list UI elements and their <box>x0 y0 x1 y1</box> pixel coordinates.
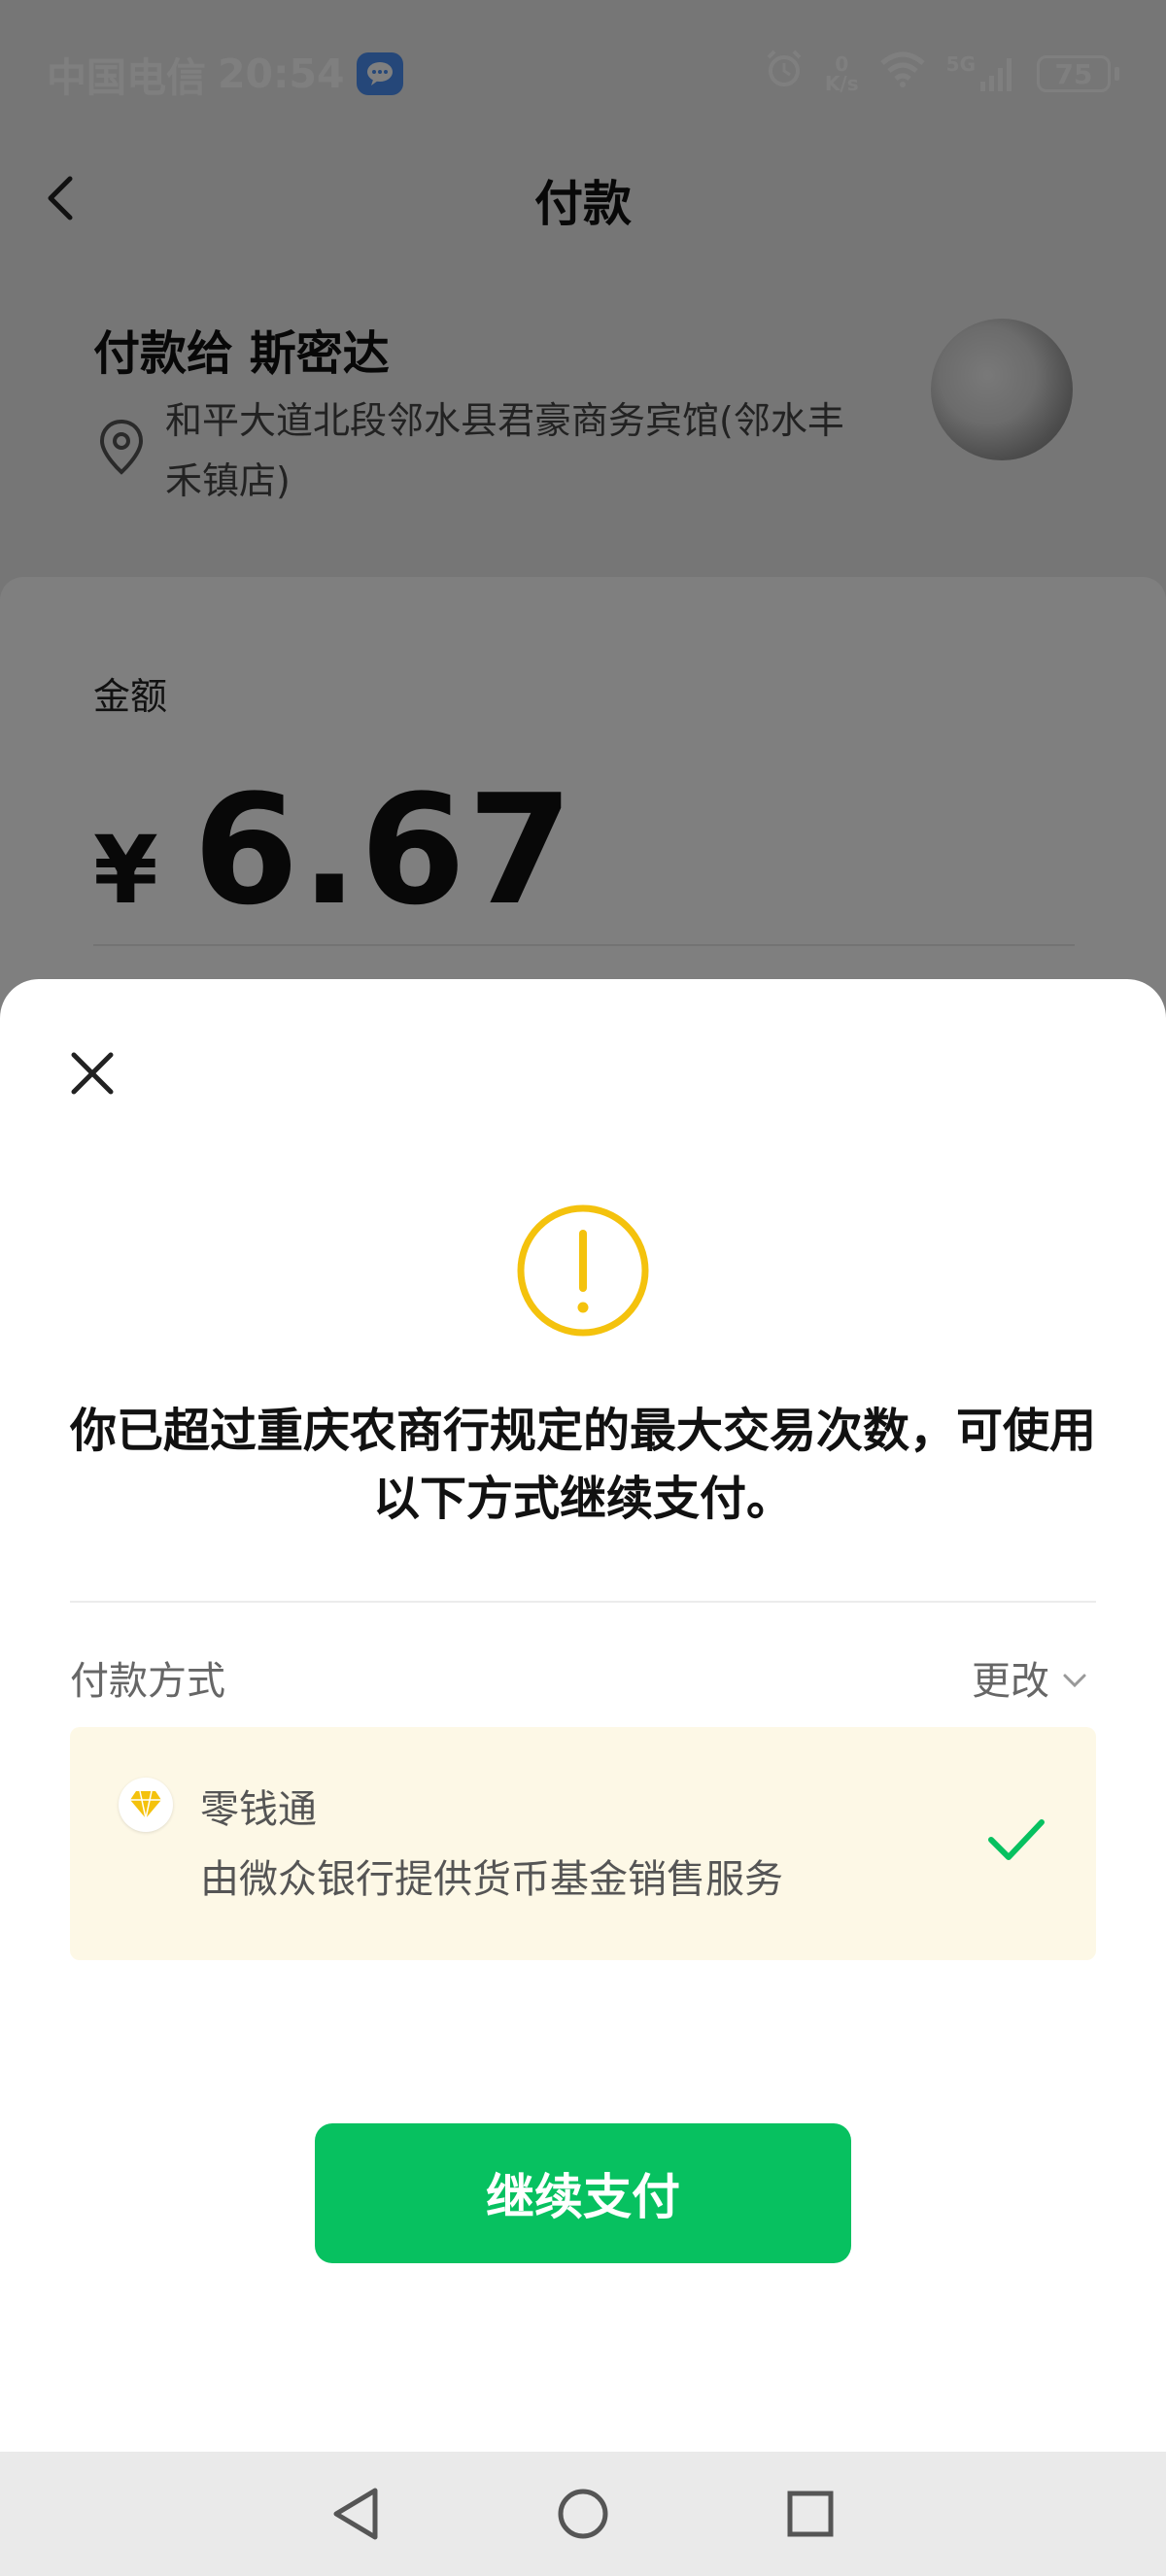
change-payment-method[interactable]: 更改 <box>972 1649 1088 1706</box>
change-label: 更改 <box>972 1659 1049 1704</box>
nav-home-icon[interactable] <box>552 2483 614 2545</box>
sheet-divider <box>70 1601 1096 1603</box>
nav-back-icon[interactable] <box>325 2483 387 2545</box>
payment-screen: 中国电信 20:54 0 K/s 5G 75 <box>0 0 1166 2576</box>
payment-limit-sheet: 你已超过重庆农商行规定的最大交易次数，可使用以下方式继续支付。 付款方式 更改 … <box>0 979 1166 2452</box>
chevron-down-icon <box>1061 1655 1088 1700</box>
checkmark-icon <box>985 1816 1047 1865</box>
warning-icon <box>515 1203 651 1339</box>
payment-method-name: 零钱通 <box>200 1787 317 1832</box>
payment-method-label: 付款方式 <box>70 1659 225 1704</box>
nav-recents-icon[interactable] <box>779 2483 841 2545</box>
diamond-icon <box>119 1778 173 1832</box>
limit-message: 你已超过重庆农商行规定的最大交易次数，可使用以下方式继续支付。 <box>70 1404 1097 1526</box>
continue-payment-button[interactable]: 继续支付 <box>315 2123 851 2263</box>
payment-method-option[interactable]: 零钱通 由微众银行提供货币基金销售服务 <box>70 1727 1096 1960</box>
payment-method-description: 由微众银行提供货币基金销售服务 <box>200 1857 783 1902</box>
close-icon[interactable] <box>66 1047 119 1100</box>
system-navigation-bar <box>0 2452 1166 2576</box>
